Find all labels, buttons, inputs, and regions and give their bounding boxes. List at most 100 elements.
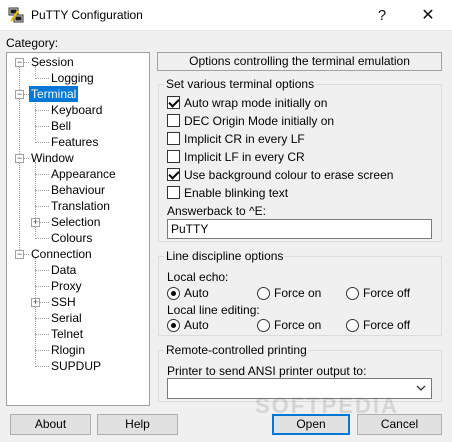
checkbox-label: Implicit LF in every CR — [184, 149, 305, 164]
help-question-button[interactable]: ? — [360, 0, 404, 31]
local-echo-force-off-radio[interactable]: Force off — [346, 286, 410, 302]
checkbox-box — [167, 186, 180, 200]
local-editing-force-on-radio[interactable]: Force on — [257, 318, 321, 334]
tree-item-label: Data — [51, 263, 77, 277]
local-echo-label: Local echo: — [167, 270, 229, 284]
open-button[interactable]: Open — [272, 414, 350, 435]
tree-item-colours[interactable]: Colours — [51, 230, 92, 246]
auto-wrap-checkbox[interactable]: Auto wrap mode initially on — [167, 95, 327, 111]
tree-item-label: Keyboard — [51, 103, 103, 117]
tree-item-logging[interactable]: Logging — [51, 70, 94, 86]
tree-connector — [35, 110, 49, 111]
local-echo-auto-radio[interactable]: Auto — [167, 286, 209, 302]
radio-circle — [167, 287, 180, 301]
window-title: PuTTY Configuration — [31, 8, 143, 22]
checkbox-box — [167, 96, 180, 110]
help-button[interactable]: Help — [97, 414, 178, 435]
dec-origin-checkbox[interactable]: DEC Origin Mode initially on — [167, 113, 334, 129]
tree-item-rlogin[interactable]: Rlogin — [51, 342, 85, 358]
tree-connector — [24, 254, 29, 255]
tree-item-appearance[interactable]: Appearance — [51, 166, 116, 182]
tree-connector — [40, 222, 49, 223]
radio-circle — [257, 319, 270, 333]
checkbox-label: Use background colour to erase screen — [184, 167, 394, 182]
tree-item-behaviour[interactable]: Behaviour — [51, 182, 105, 198]
tree-connector — [35, 78, 49, 79]
tree-item-label: Behaviour — [51, 183, 106, 197]
tree-connector — [35, 174, 49, 175]
tree-connector — [24, 62, 29, 63]
radio-label: Force off — [363, 286, 411, 300]
tree-item-label: Rlogin — [51, 343, 86, 357]
tree-item-bell[interactable]: Bell — [51, 118, 71, 134]
tree-item-label: Logging — [51, 71, 94, 85]
radio-label: Force on — [274, 286, 322, 300]
checkbox-box — [167, 168, 180, 182]
tree-item-label: Features — [51, 135, 99, 149]
line-discipline-group: Line discipline options Local echo: Auto… — [158, 249, 442, 336]
tree-item-data[interactable]: Data — [51, 262, 76, 278]
tree-item-label: SUPDUP — [51, 359, 102, 373]
tree-item-label: Serial — [51, 311, 82, 325]
collapse-connection-icon[interactable]: − — [15, 250, 24, 259]
tree-item-terminal[interactable]: Terminal — [29, 86, 79, 102]
tree-item-serial[interactable]: Serial — [51, 310, 82, 326]
category-tree[interactable]: − − − + − + Session Logging Terminal Key… — [6, 52, 150, 406]
collapse-window-icon[interactable]: − — [15, 154, 24, 163]
tree-item-label: Colours — [51, 231, 93, 245]
checkbox-label: DEC Origin Mode initially on — [184, 113, 335, 128]
tree-connector — [35, 318, 49, 319]
about-button[interactable]: About — [10, 414, 91, 435]
tree-item-label: Telnet — [51, 327, 84, 341]
local-editing-label: Local line editing: — [167, 303, 260, 317]
bg-colour-erase-checkbox[interactable]: Use background colour to erase screen — [167, 167, 393, 183]
tree-item-label: Proxy — [51, 279, 82, 293]
tree-item-label: Appearance — [51, 167, 116, 181]
close-window-button[interactable]: ✕ — [406, 0, 450, 31]
tree-connector — [40, 302, 49, 303]
tree-connector — [35, 350, 49, 351]
local-editing-force-off-radio[interactable]: Force off — [346, 318, 410, 334]
tree-connector — [35, 366, 49, 367]
tree-item-connection[interactable]: Connection — [31, 246, 92, 262]
expand-ssh-icon[interactable]: + — [31, 298, 40, 307]
tree-item-label: SSH — [51, 295, 76, 309]
local-echo-force-on-radio[interactable]: Force on — [257, 286, 321, 302]
radio-circle — [257, 287, 270, 301]
terminal-options-group: Set various terminal options Auto wrap m… — [158, 77, 442, 242]
tree-connector — [35, 98, 36, 140]
collapse-session-icon[interactable]: − — [15, 58, 24, 67]
checkbox-label: Implicit CR in every LF — [184, 131, 305, 146]
tree-item-translation[interactable]: Translation — [51, 198, 110, 214]
implicit-cr-checkbox[interactable]: Implicit CR in every LF — [167, 131, 305, 147]
expand-selection-icon[interactable]: + — [31, 218, 40, 227]
answerback-input[interactable]: PuTTY — [167, 219, 432, 239]
local-editing-auto-radio[interactable]: Auto — [167, 318, 209, 334]
category-label: Category: — [6, 36, 59, 50]
tree-item-label: Selection — [51, 215, 101, 229]
tree-item-session[interactable]: Session — [31, 54, 74, 70]
tree-item-proxy[interactable]: Proxy — [51, 278, 82, 294]
tree-connector — [35, 238, 49, 239]
tree-item-selection[interactable]: Selection — [51, 214, 100, 230]
tree-item-keyboard[interactable]: Keyboard — [51, 102, 102, 118]
tree-connector — [35, 286, 49, 287]
tree-item-ssh[interactable]: SSH — [51, 294, 76, 310]
collapse-terminal-icon[interactable]: − — [15, 90, 24, 99]
answerback-label: Answerback to ^E: — [167, 204, 267, 218]
tree-item-features[interactable]: Features — [51, 134, 98, 150]
radio-circle — [346, 287, 359, 301]
checkbox-box — [167, 150, 180, 164]
tree-item-supdup[interactable]: SUPDUP — [51, 358, 101, 374]
tree-item-window[interactable]: Window — [31, 150, 74, 166]
implicit-lf-checkbox[interactable]: Implicit LF in every CR — [167, 149, 305, 165]
radio-label: Auto — [184, 286, 209, 300]
tree-connector — [35, 126, 49, 127]
tree-connector — [35, 334, 49, 335]
tree-item-telnet[interactable]: Telnet — [51, 326, 83, 342]
checkbox-box — [167, 114, 180, 128]
blinking-text-checkbox[interactable]: Enable blinking text — [167, 185, 288, 201]
radio-label: Auto — [184, 318, 209, 332]
cancel-button[interactable]: Cancel — [357, 414, 442, 435]
group-title: Remote-controlled printing — [164, 343, 309, 357]
